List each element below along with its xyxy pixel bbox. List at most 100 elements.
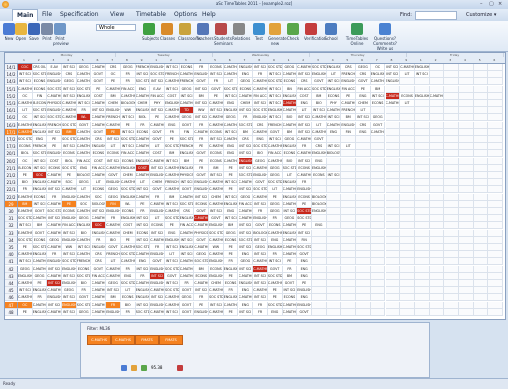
- lesson-cell[interactable]: GOVT: [76, 294, 92, 302]
- lesson-cell[interactable]: PE: [194, 301, 210, 309]
- empty-slot[interactable]: [459, 143, 474, 151]
- lesson-cell[interactable]: C-MATHS: [253, 193, 268, 201]
- lesson-cell[interactable]: SOC STD: [76, 301, 92, 309]
- lesson-cell[interactable]: LIT: [165, 251, 180, 259]
- class-label[interactable]: 48: [5, 308, 18, 316]
- empty-slot[interactable]: [429, 121, 445, 129]
- lesson-cell[interactable]: INT SCI: [179, 179, 195, 187]
- empty-slot[interactable]: [312, 308, 327, 316]
- lesson-cell[interactable]: ENGLISH: [120, 193, 136, 201]
- lesson-cell[interactable]: ENGLISH: [223, 200, 239, 208]
- empty-slot[interactable]: [312, 251, 327, 259]
- lesson-cell[interactable]: ECONS: [62, 208, 77, 215]
- empty-slot[interactable]: [326, 301, 342, 309]
- lesson-cell[interactable]: C-MATHS: [238, 208, 254, 215]
- empty-slot[interactable]: [370, 215, 386, 223]
- lesson-cell[interactable]: C-MATHS: [120, 92, 136, 100]
- lesson-cell[interactable]: C-MATHS: [135, 150, 151, 158]
- class-label[interactable]: 14/2: [5, 71, 18, 79]
- lesson-cell[interactable]: ENGLISH: [76, 92, 92, 100]
- lesson-cell[interactable]: PE: [297, 222, 312, 230]
- lesson-cell[interactable]: C-MATHS: [47, 272, 63, 280]
- lesson-cell[interactable]: CHEM: [135, 100, 151, 107]
- empty-slot[interactable]: [414, 164, 430, 172]
- lesson-cell[interactable]: GEOG: [238, 193, 254, 201]
- lesson-cell[interactable]: INT SCI: [135, 222, 151, 230]
- class-label[interactable]: 16/2: [5, 114, 18, 122]
- lesson-cell[interactable]: SOC STD: [209, 229, 224, 237]
- lesson-cell[interactable]: ENGLISH: [47, 107, 63, 115]
- empty-slot[interactable]: [370, 222, 386, 230]
- lesson-cell[interactable]: C-MATHS: [18, 280, 33, 287]
- lesson-cell[interactable]: SOC STD: [267, 78, 283, 86]
- lesson-cell[interactable]: PE: [223, 244, 239, 251]
- empty-slot[interactable]: [459, 64, 474, 71]
- lesson-cell[interactable]: GEOG: [223, 114, 239, 122]
- empty-slot[interactable]: [414, 308, 430, 316]
- lesson-cell[interactable]: BM: [312, 92, 327, 100]
- lesson-cell[interactable]: GEOG: [62, 78, 77, 86]
- empty-slot[interactable]: [473, 136, 489, 143]
- close-button[interactable]: ×: [498, 1, 502, 7]
- empty-slot[interactable]: [429, 100, 445, 107]
- empty-slot[interactable]: [444, 215, 459, 223]
- empty-slot[interactable]: [429, 258, 445, 266]
- lesson-cell[interactable]: C-MATHS: [18, 294, 33, 302]
- empty-slot[interactable]: [459, 157, 474, 165]
- lesson-cell[interactable]: CRS: [91, 258, 107, 266]
- empty-slot[interactable]: [444, 208, 459, 215]
- lesson-cell[interactable]: FR: [194, 294, 210, 302]
- empty-slot[interactable]: [356, 272, 371, 280]
- lesson-cell[interactable]: C-MATHS: [106, 222, 121, 230]
- class-label[interactable]: 47: [5, 301, 18, 309]
- school-button[interactable]: School: [324, 23, 338, 41]
- lesson-cell[interactable]: GOVT: [370, 121, 386, 129]
- lesson-cell[interactable]: FR: [223, 258, 239, 266]
- empty-slot[interactable]: [414, 136, 430, 143]
- empty-slot[interactable]: [326, 229, 342, 237]
- lesson-cell[interactable]: FRENCH: [135, 64, 151, 71]
- empty-slot[interactable]: [459, 128, 474, 136]
- empty-slot[interactable]: [488, 186, 504, 194]
- questions-comments-write-us-button[interactable]: Questions? Comments? Write us: [372, 23, 398, 51]
- lesson-cell[interactable]: FR: [194, 64, 210, 71]
- lesson-card[interactable]: FMATS: [159, 335, 183, 345]
- empty-slot[interactable]: [459, 308, 474, 316]
- lesson-cell[interactable]: C-MATHS: [209, 179, 224, 187]
- lesson-cell[interactable]: SOC STD: [150, 71, 165, 79]
- lesson-cell[interactable]: INT SCI: [18, 258, 33, 266]
- empty-slot[interactable]: [400, 143, 415, 151]
- lesson-cell[interactable]: PE: [18, 172, 33, 179]
- lesson-cell[interactable]: C-MATHS: [209, 121, 224, 129]
- empty-slot[interactable]: [400, 272, 415, 280]
- lesson-cell[interactable]: ENGLISH: [297, 287, 312, 295]
- empty-slot[interactable]: [488, 294, 504, 302]
- lesson-cell[interactable]: FIN: [297, 236, 312, 244]
- lesson-cell[interactable]: FIN ACC: [150, 92, 165, 100]
- lesson-cell[interactable]: GOVT: [150, 128, 165, 136]
- lesson-cell[interactable]: INT SCI: [165, 200, 180, 208]
- lesson-cell[interactable]: FIN ACC: [120, 85, 136, 93]
- lesson-cell[interactable]: C-MATHS: [120, 244, 136, 251]
- empty-slot[interactable]: [341, 229, 357, 237]
- lesson-cell[interactable]: C-MATHS: [150, 236, 165, 244]
- lesson-cell[interactable]: INT SCI: [370, 92, 386, 100]
- empty-slot[interactable]: [356, 294, 371, 302]
- empty-slot[interactable]: [429, 200, 445, 208]
- lesson-cell[interactable]: ECONS: [194, 272, 210, 280]
- lesson-cell[interactable]: FR: [76, 107, 92, 115]
- lesson-cell[interactable]: GOVT: [165, 272, 180, 280]
- empty-slot[interactable]: [370, 186, 386, 194]
- lesson-cell[interactable]: FR: [209, 78, 224, 86]
- empty-slot[interactable]: [444, 244, 459, 251]
- lesson-cell[interactable]: INT SCI: [209, 301, 224, 309]
- lesson-cell[interactable]: LIT: [223, 78, 239, 86]
- lesson-cell[interactable]: FR: [223, 287, 239, 295]
- teachers-button[interactable]: Teachers: [196, 23, 214, 41]
- lesson-cell[interactable]: CRS: [179, 208, 195, 215]
- lesson-cell[interactable]: INT SCI: [165, 85, 180, 93]
- lesson-cell[interactable]: GOVT: [312, 136, 327, 143]
- lesson-cell[interactable]: ENGLISH: [135, 107, 151, 115]
- lesson-cell[interactable]: GEOG: [267, 208, 283, 215]
- lesson-cell[interactable]: GEOG: [179, 114, 195, 122]
